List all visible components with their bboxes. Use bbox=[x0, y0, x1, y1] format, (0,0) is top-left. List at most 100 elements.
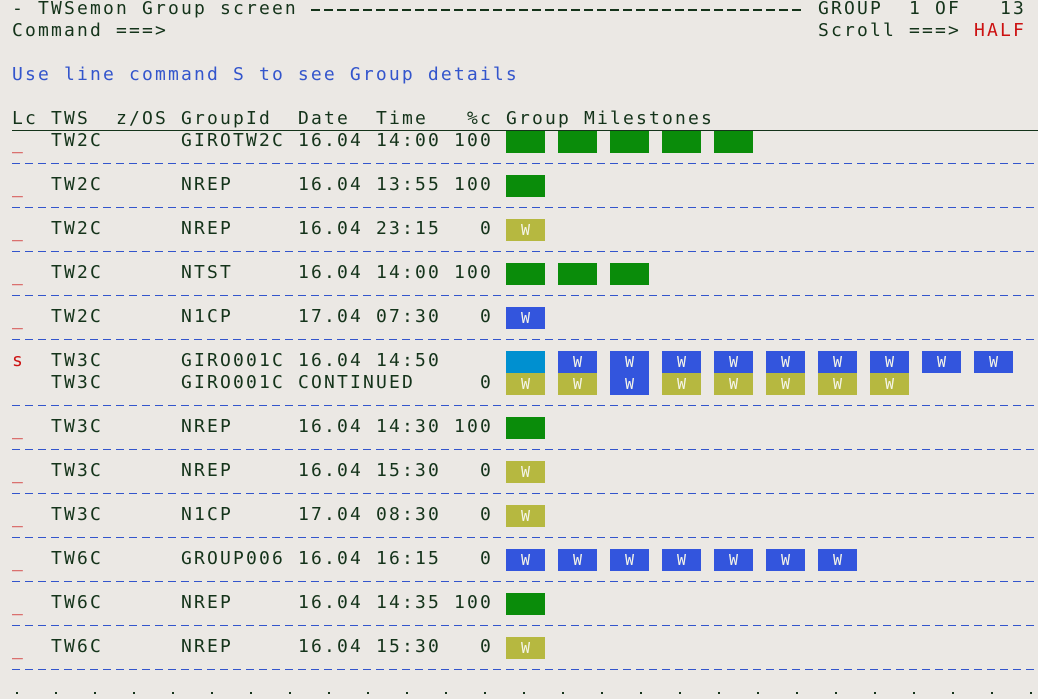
column-header-milestones: Group Milestones bbox=[506, 108, 714, 129]
group-time: 13:55 bbox=[376, 174, 441, 195]
scroll-value[interactable]: HALF bbox=[974, 20, 1026, 42]
milestone-complete[interactable] bbox=[610, 131, 649, 153]
command-input[interactable] bbox=[181, 20, 781, 42]
tws-name: TW2C bbox=[51, 218, 103, 239]
group-date: 16.04 bbox=[298, 636, 363, 657]
group-time: 15:30 bbox=[376, 460, 441, 481]
milestone-waiting[interactable]: W bbox=[766, 373, 805, 395]
group-time: 16:15 bbox=[376, 548, 441, 569]
milestone-waiting_blue[interactable]: W bbox=[610, 351, 649, 373]
milestone-complete[interactable] bbox=[506, 417, 545, 439]
group-id: GROUP006 bbox=[181, 548, 285, 569]
line-command-input[interactable]: _ bbox=[12, 595, 25, 617]
group-time: 14:00 bbox=[376, 262, 441, 283]
group-id: GIRO001C bbox=[181, 350, 285, 371]
group-date: 17.04 bbox=[298, 504, 363, 525]
column-header-lc: Lc bbox=[12, 108, 38, 129]
row-separator bbox=[12, 207, 1038, 208]
line-command-input[interactable]: _ bbox=[12, 551, 25, 573]
milestone-waiting_blue[interactable]: W bbox=[974, 351, 1013, 373]
column-header-zos: z/OS bbox=[116, 108, 168, 129]
percent-complete: 0 bbox=[480, 372, 493, 393]
milestone-complete[interactable] bbox=[506, 263, 545, 285]
milestone-waiting[interactable]: W bbox=[506, 219, 545, 241]
line-command-input[interactable]: _ bbox=[12, 177, 25, 199]
tws-name: TW2C bbox=[51, 130, 103, 151]
milestone-complete[interactable] bbox=[558, 263, 597, 285]
milestone-complete[interactable] bbox=[506, 131, 545, 153]
milestone-waiting_blue[interactable]: W bbox=[558, 351, 597, 373]
milestone-waiting_blue[interactable]: W bbox=[610, 373, 649, 395]
milestone-active[interactable] bbox=[506, 351, 545, 373]
milestone-waiting_blue[interactable]: W bbox=[662, 549, 701, 571]
group-time: 14:00 bbox=[376, 130, 441, 151]
milestone-waiting[interactable]: W bbox=[558, 373, 597, 395]
milestone-waiting[interactable]: W bbox=[506, 373, 545, 395]
milestone-waiting[interactable]: W bbox=[870, 373, 909, 395]
column-header-tws: TWS bbox=[51, 108, 90, 129]
tws-name: TW3C bbox=[51, 460, 103, 481]
percent-complete: 0 bbox=[480, 504, 493, 525]
tws-name: TW3C bbox=[51, 372, 103, 393]
group-id: NREP bbox=[181, 636, 233, 657]
milestone-waiting_blue[interactable]: W bbox=[766, 549, 805, 571]
column-header-pct: %c bbox=[467, 108, 493, 129]
milestone-waiting_blue[interactable]: W bbox=[922, 351, 961, 373]
row-separator bbox=[12, 405, 1038, 406]
tws-name: TW6C bbox=[51, 636, 103, 657]
milestone-waiting_blue[interactable]: W bbox=[818, 549, 857, 571]
line-command-input[interactable]: _ bbox=[12, 419, 25, 441]
milestone-waiting[interactable]: W bbox=[714, 373, 753, 395]
milestone-complete[interactable] bbox=[714, 131, 753, 153]
group-time: 14:50 bbox=[376, 350, 441, 371]
milestone-waiting_blue[interactable]: W bbox=[662, 351, 701, 373]
line-command-input[interactable]: _ bbox=[12, 309, 25, 331]
group-id: N1CP bbox=[181, 504, 233, 525]
scroll-label: Scroll ===> bbox=[818, 20, 961, 41]
milestone-complete[interactable] bbox=[558, 131, 597, 153]
milestone-waiting[interactable]: W bbox=[506, 505, 545, 527]
group-id: NREP bbox=[181, 174, 233, 195]
milestone-waiting_blue[interactable]: W bbox=[506, 307, 545, 329]
tws-name: TW3C bbox=[51, 350, 103, 371]
group-date: 16.04 bbox=[298, 174, 363, 195]
milestone-waiting_blue[interactable]: W bbox=[818, 351, 857, 373]
group-date: 17.04 bbox=[298, 306, 363, 327]
milestone-waiting_blue[interactable]: W bbox=[870, 351, 909, 373]
group-date: 16.04 bbox=[298, 460, 363, 481]
row-separator bbox=[12, 493, 1038, 494]
milestone-waiting[interactable]: W bbox=[506, 461, 545, 483]
milestone-waiting_blue[interactable]: W bbox=[766, 351, 805, 373]
line-command-input[interactable]: _ bbox=[12, 265, 25, 287]
group-time: 15:30 bbox=[376, 636, 441, 657]
milestone-waiting_blue[interactable]: W bbox=[558, 549, 597, 571]
percent-complete: 0 bbox=[480, 548, 493, 569]
milestone-waiting_blue[interactable]: W bbox=[714, 549, 753, 571]
line-command-input[interactable]: _ bbox=[12, 507, 25, 529]
column-header-groupid: GroupId bbox=[181, 108, 272, 129]
percent-complete: 0 bbox=[480, 460, 493, 481]
tws-name: TW2C bbox=[51, 174, 103, 195]
percent-complete: 100 bbox=[454, 416, 493, 437]
milestone-waiting[interactable]: W bbox=[818, 373, 857, 395]
line-command-input[interactable]: _ bbox=[12, 639, 25, 661]
milestone-complete[interactable] bbox=[610, 263, 649, 285]
line-command-input[interactable]: _ bbox=[12, 221, 25, 243]
line-command-input[interactable]: _ bbox=[12, 133, 25, 155]
row-separator bbox=[12, 339, 1038, 340]
milestone-complete[interactable] bbox=[662, 131, 701, 153]
column-header-date: Date bbox=[298, 108, 350, 129]
group-time: 14:35 bbox=[376, 592, 441, 613]
group-date: 16.04 bbox=[298, 548, 363, 569]
milestone-waiting_blue[interactable]: W bbox=[506, 549, 545, 571]
group-date: 16.04 bbox=[298, 350, 363, 371]
milestone-complete[interactable] bbox=[506, 175, 545, 197]
line-command-input[interactable]: s bbox=[12, 350, 25, 372]
milestone-waiting[interactable]: W bbox=[662, 373, 701, 395]
row-separator bbox=[12, 295, 1038, 296]
milestone-waiting[interactable]: W bbox=[506, 637, 545, 659]
milestone-complete[interactable] bbox=[506, 593, 545, 615]
milestone-waiting_blue[interactable]: W bbox=[714, 351, 753, 373]
milestone-waiting_blue[interactable]: W bbox=[610, 549, 649, 571]
line-command-input[interactable]: _ bbox=[12, 463, 25, 485]
